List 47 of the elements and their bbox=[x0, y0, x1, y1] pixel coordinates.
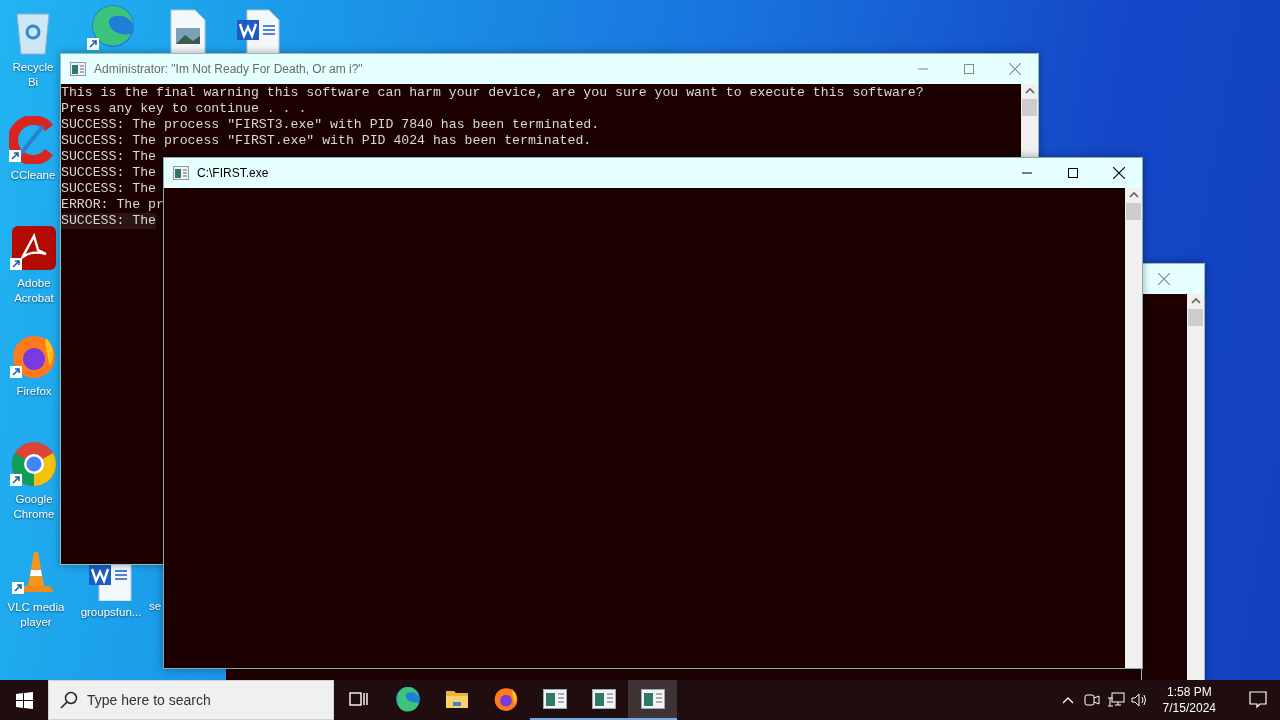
desktop-icon-label[interactable]: VLC media player bbox=[0, 600, 73, 630]
speech-bubble-icon bbox=[1249, 691, 1267, 709]
close-icon bbox=[1009, 63, 1021, 75]
console-output-line: This is the final warning this software can harm your device, are you sure you want to execute this software? bbox=[61, 85, 924, 101]
console-window-icon bbox=[70, 62, 86, 76]
acrobat-icon bbox=[10, 224, 58, 272]
firefox-icon bbox=[492, 686, 519, 712]
console-output-line: SUCCESS: The process "FIRST3.exe" with PID 7840 has been terminated. bbox=[61, 117, 600, 133]
windows-logo-icon bbox=[15, 691, 33, 709]
maximize-icon bbox=[1068, 168, 1078, 178]
console-window-icon bbox=[173, 166, 189, 180]
console-output-line: Press any key to continue . . . bbox=[61, 101, 307, 117]
maximize-icon bbox=[964, 64, 974, 74]
console-window-icon bbox=[542, 689, 567, 709]
desktop-icon-label[interactable]: Firefox bbox=[16, 384, 52, 399]
task-view-icon bbox=[348, 690, 369, 708]
console-window-icon bbox=[591, 689, 616, 709]
clock-date: 7/15/2024 bbox=[1162, 700, 1216, 716]
folder-icon bbox=[444, 688, 469, 710]
edge-icon bbox=[394, 686, 421, 712]
console-output-line: SUCCESS: The bbox=[61, 149, 156, 165]
scrollbar-thumb[interactable] bbox=[1022, 99, 1037, 116]
desktop-icon-label[interactable]: Adobe Acrobat bbox=[14, 276, 54, 306]
desktop-icon-label[interactable]: Recycle Bi bbox=[12, 60, 54, 90]
console-output-line: SUCCESS: The process "FIRST.exe" with PID 4024 has been terminated. bbox=[61, 133, 592, 149]
close-icon bbox=[1113, 167, 1125, 179]
desktop-icon-label[interactable]: CCleane bbox=[10, 168, 56, 183]
desktop-icon-label[interactable]: Google Chrome bbox=[13, 492, 55, 522]
console-output-line: SUCCESS: The bbox=[61, 165, 156, 181]
word-document-icon bbox=[235, 8, 283, 56]
search-icon bbox=[60, 691, 78, 709]
console-output-line: ERROR: The pr bbox=[61, 197, 164, 213]
console-output-line: SUCCESS: The bbox=[61, 181, 156, 197]
clock[interactable]: 1:58 PM 7/15/2024 bbox=[1154, 684, 1224, 716]
edge-icon bbox=[87, 4, 135, 52]
desktop-icon-label[interactable]: groupsfun... bbox=[80, 605, 142, 620]
close-icon bbox=[1158, 273, 1170, 285]
window-title: C:\FIRST.exe bbox=[197, 166, 270, 180]
chrome-icon bbox=[10, 440, 58, 488]
scrollbar-thumb[interactable] bbox=[1188, 309, 1203, 326]
desktop-icon-label[interactable]: se bbox=[149, 599, 162, 614]
window-title: Administrator: "Im Not Ready For Death, Or am i?" bbox=[94, 62, 364, 76]
search-field[interactable]: Type here to search bbox=[48, 680, 334, 720]
console-window-icon bbox=[640, 689, 665, 709]
taskbar-app-button[interactable] bbox=[628, 680, 677, 720]
scrollbar-thumb[interactable] bbox=[1126, 203, 1141, 220]
clock-time: 1:58 PM bbox=[1166, 684, 1212, 700]
